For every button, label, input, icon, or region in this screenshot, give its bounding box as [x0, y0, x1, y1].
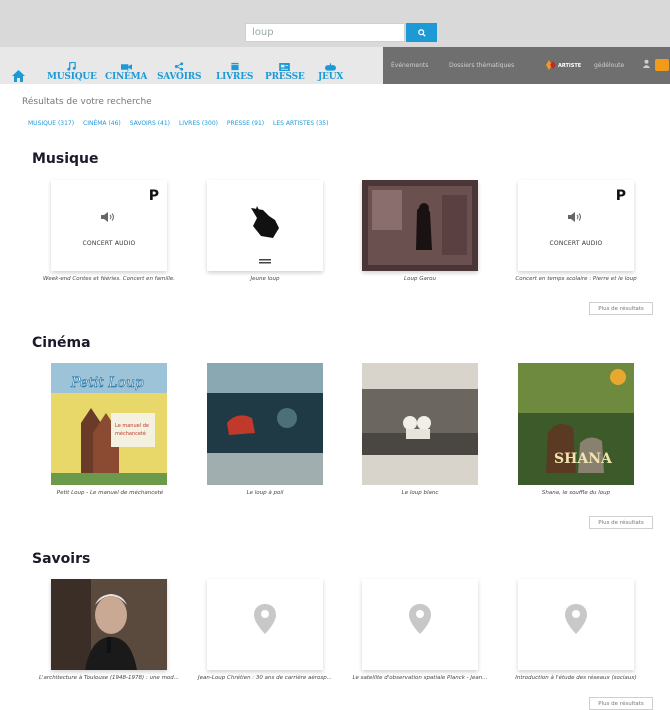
nav-link-dossiers[interactable]: Dossiers thématiques — [449, 62, 514, 69]
speaker-photo — [51, 579, 167, 670]
menu-icon — [259, 259, 271, 264]
movie-poster: SHANA — [518, 363, 634, 485]
result-card[interactable] — [362, 363, 478, 485]
speaker-icon — [568, 212, 581, 222]
movie-poster: Petit Loup Le manuel de méchanceté — [51, 363, 167, 485]
movie-poster — [362, 363, 478, 485]
provider-badge: P — [615, 188, 626, 204]
more-results-button[interactable]: Plus de résultats — [589, 516, 653, 529]
card-label[interactable]: Le satellite d'observation spatiale Plan… — [343, 675, 497, 681]
poster-title: SHANA — [554, 451, 613, 467]
poster-title: Petit Loup — [70, 375, 144, 391]
camera-icon — [120, 64, 132, 70]
filter-cinema[interactable]: CINÉMA (46) — [83, 120, 121, 127]
card-caption: CONCERT AUDIO — [549, 240, 603, 247]
home-icon — [12, 70, 25, 82]
filter-musique[interactable]: MUSIQUE (317) — [28, 120, 74, 127]
section-title-cinema: Cinéma — [32, 335, 91, 351]
card-label[interactable]: Jeune loup — [207, 276, 323, 282]
card-label[interactable]: Shana, le souffle du loup — [518, 490, 634, 496]
home-button[interactable] — [12, 55, 25, 83]
result-card[interactable] — [518, 579, 634, 670]
result-card[interactable]: P CONCERT AUDIO — [518, 180, 634, 271]
nav-secondary: Événements Dossiers thématiques ARTISTE … — [383, 47, 670, 84]
share-icon — [175, 62, 184, 71]
section-title-savoirs: Savoirs — [32, 551, 91, 567]
section-title-musique: Musique — [32, 151, 99, 167]
card-caption: CONCERT AUDIO — [82, 240, 136, 247]
card-label[interactable]: L'architecture à Toulouse (1948-1978) : … — [32, 675, 186, 681]
search-icon — [417, 28, 426, 37]
nav-savoirs-label: SAVOIRS — [157, 72, 202, 82]
nav-presse[interactable]: PRESSE — [265, 54, 305, 82]
nav-savoirs[interactable]: SAVOIRS — [157, 54, 201, 82]
book-icon — [230, 62, 239, 71]
card-label[interactable]: Introduction à l'étude des réseaux (soci… — [499, 675, 653, 681]
card-label[interactable]: Petit Loup - Le manuel de méchanceté — [40, 490, 180, 496]
nav-cinema-label: CINÉMA — [105, 72, 148, 82]
music-icon — [67, 62, 77, 71]
user-name[interactable]: gédéloute — [594, 62, 624, 69]
card-label[interactable]: Le loup blanc — [362, 490, 478, 496]
result-filters: MUSIQUE (317) CINÉMA (46) SAVOIRS (41) L… — [28, 120, 335, 127]
card-label[interactable]: Jean-Loup Chrétien : 30 ans de carrière … — [188, 675, 342, 681]
filter-artistes[interactable]: LES ARTISTES (35) — [273, 120, 328, 127]
result-card[interactable] — [207, 363, 323, 485]
movie-poster — [207, 363, 323, 485]
user-icon[interactable] — [642, 59, 651, 68]
location-pin-icon — [565, 604, 587, 634]
partner-logo[interactable]: ARTISTE — [544, 58, 584, 72]
nav-jeux-label: JEUX — [318, 72, 344, 82]
provider-badge: P — [148, 188, 159, 204]
filter-presse[interactable]: PRESSE (91) — [227, 120, 264, 127]
nav-livres[interactable]: LIVRES — [216, 54, 253, 82]
location-pin-icon — [409, 604, 431, 634]
results-title: Résultats de votre recherche — [22, 97, 152, 107]
result-card[interactable]: P CONCERT AUDIO — [51, 180, 167, 271]
card-label[interactable]: Loup Garou — [362, 276, 478, 282]
card-label[interactable]: Le loup à poil — [207, 490, 323, 496]
result-card[interactable] — [362, 579, 478, 670]
more-results-button[interactable]: Plus de résultats — [589, 697, 653, 710]
nav-link-evenements[interactable]: Événements — [391, 62, 428, 69]
location-pin-icon — [254, 604, 276, 634]
result-card[interactable] — [207, 180, 323, 271]
result-card[interactable] — [362, 180, 478, 271]
filter-livres[interactable]: LIVRES (300) — [179, 120, 218, 127]
svg-text:ARTISTE: ARTISTE — [558, 63, 582, 69]
nav-presse-label: PRESSE — [265, 72, 305, 82]
search-input[interactable]: loup — [245, 23, 405, 42]
nav-cinema[interactable]: CINÉMA — [105, 54, 147, 82]
result-card[interactable]: Petit Loup Le manuel de méchanceté — [51, 363, 167, 485]
nav-jeux[interactable]: JEUX — [318, 54, 343, 82]
result-card[interactable] — [51, 579, 167, 670]
nav-livres-label: LIVRES — [216, 72, 254, 82]
search-bar: loup — [0, 0, 670, 47]
speaker-icon — [101, 212, 114, 222]
nav-musique-label: MUSIQUE — [47, 72, 97, 82]
album-cover-image — [362, 180, 478, 271]
card-label[interactable]: Week-end Contes et fééries. Concert en f… — [29, 276, 189, 282]
nav-musique[interactable]: MUSIQUE — [47, 54, 97, 82]
filter-savoirs[interactable]: SAVOIRS (41) — [130, 120, 170, 127]
result-card[interactable]: SHANA — [518, 363, 634, 485]
main-nav: MUSIQUE CINÉMA SAVOIRS LIVRES PRESSE JEU… — [0, 47, 670, 84]
result-card[interactable] — [207, 579, 323, 670]
card-label[interactable]: Concert en temps scolaire : Pierre et le… — [500, 276, 652, 282]
gamepad-icon — [325, 63, 337, 71]
cart-icon[interactable] — [655, 59, 669, 71]
svg-text:Le manuel de: Le manuel de — [115, 423, 149, 429]
search-button[interactable] — [406, 23, 437, 42]
svg-text:méchanceté: méchanceté — [115, 430, 146, 437]
wolf-image — [251, 206, 279, 238]
newspaper-icon — [279, 63, 291, 71]
more-results-button[interactable]: Plus de résultats — [589, 302, 653, 315]
